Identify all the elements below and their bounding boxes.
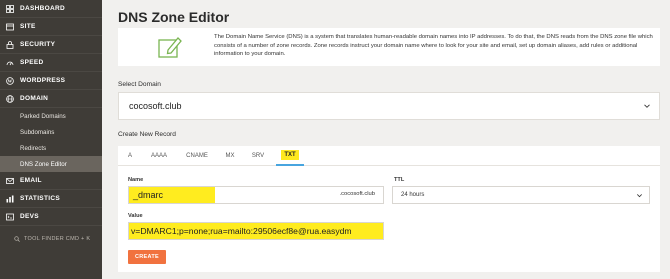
sidebar-item-label: DOMAIN xyxy=(20,95,49,102)
tab-txt[interactable]: TXT xyxy=(276,146,304,166)
create-record-label: Create New Record xyxy=(118,131,176,138)
create-button[interactable]: CREATE xyxy=(128,250,166,264)
code-icon xyxy=(6,213,14,221)
globe-icon xyxy=(6,94,14,103)
ttl-select[interactable]: 24 hours xyxy=(392,186,650,204)
value-field-text: v=DMARC1;p=none;rua=mailto:29506ecf8e@ru… xyxy=(129,223,383,239)
sidebar-item-label: WORDPRESS xyxy=(20,77,66,84)
ttl-select-value: 24 hours xyxy=(401,192,425,198)
tool-finder-label: TOOL FINDER CMD + K xyxy=(24,236,91,242)
chevron-down-icon xyxy=(644,104,650,108)
value-field[interactable]: v=DMARC1;p=none;rua=mailto:29506ecf8e@ru… xyxy=(128,222,384,240)
mail-icon xyxy=(6,177,14,185)
sidebar-subitem-parked-domains[interactable]: Parked Domains xyxy=(0,108,102,124)
sidebar-item-label: DEVS xyxy=(20,213,39,220)
create-record-panel: A AAAA CNAME MX SRV TXT Name _dmarc .coc… xyxy=(118,146,660,272)
sidebar-subitem-dns-zone-editor[interactable]: DNS Zone Editor xyxy=(0,156,102,172)
sidebar-item-label: SITE xyxy=(20,23,36,30)
tool-finder[interactable]: TOOL FINDER CMD + K xyxy=(14,236,90,242)
search-icon xyxy=(14,236,20,242)
info-text: The Domain Name Service (DNS) is a syste… xyxy=(214,34,653,58)
wordpress-icon: W xyxy=(6,76,14,85)
sidebar-item-label: STATISTICS xyxy=(20,195,60,202)
sidebar-item-devs[interactable]: DEVS xyxy=(0,208,102,226)
tab-a[interactable]: A xyxy=(124,146,136,166)
main-content: DNS Zone Editor The Domain Name Service … xyxy=(102,0,670,279)
name-label: Name xyxy=(128,177,144,183)
sidebar-item-dashboard[interactable]: DASHBOARD xyxy=(0,0,102,18)
sidebar-item-label: SECURITY xyxy=(20,41,56,48)
sidebar-item-email[interactable]: EMAIL xyxy=(0,172,102,190)
tab-cname[interactable]: CNAME xyxy=(182,146,212,166)
sidebar-subitem-subdomains[interactable]: Subdomains xyxy=(0,124,102,140)
sidebar-item-security[interactable]: SECURITY xyxy=(0,36,102,54)
record-type-tabs: A AAAA CNAME MX SRV TXT xyxy=(118,146,660,166)
sidebar-item-statistics[interactable]: STATISTICS xyxy=(0,190,102,208)
speed-icon xyxy=(6,59,14,67)
tab-aaaa[interactable]: AAAA xyxy=(146,146,172,166)
tab-srv[interactable]: SRV xyxy=(248,146,268,166)
sidebar: DASHBOARD SITE SECURITY SPEED W WORDPRES… xyxy=(0,0,102,279)
stats-icon xyxy=(6,195,14,203)
site-icon xyxy=(6,23,14,31)
lock-icon xyxy=(6,40,14,49)
name-field-value: _dmarc xyxy=(129,187,215,203)
select-domain-label: Select Domain xyxy=(118,81,161,88)
sidebar-subitem-redirects[interactable]: Redirects xyxy=(0,140,102,156)
ttl-label: TTL xyxy=(394,177,405,183)
tab-mx[interactable]: MX xyxy=(220,146,240,166)
sidebar-item-site[interactable]: SITE xyxy=(0,18,102,36)
page-title: DNS Zone Editor xyxy=(118,9,230,25)
sidebar-item-domain[interactable]: DOMAIN xyxy=(0,90,102,108)
svg-text:W: W xyxy=(8,78,13,83)
sidebar-item-wordpress[interactable]: W WORDPRESS xyxy=(0,72,102,90)
info-box: The Domain Name Service (DNS) is a syste… xyxy=(118,28,660,66)
name-field[interactable]: _dmarc .cocosoft.club xyxy=(128,186,384,204)
sidebar-item-speed[interactable]: SPEED xyxy=(0,54,102,72)
value-label: Value xyxy=(128,213,143,219)
dashboard-icon xyxy=(6,4,14,13)
sidebar-item-label: DASHBOARD xyxy=(20,5,65,12)
sidebar-item-label: SPEED xyxy=(20,59,44,66)
chevron-down-icon xyxy=(637,194,642,198)
edit-note-icon xyxy=(158,37,182,58)
domain-select-value: cocosoft.club xyxy=(129,101,182,111)
domain-suffix: .cocosoft.club xyxy=(339,191,375,197)
domain-select[interactable]: cocosoft.club xyxy=(118,92,660,120)
sidebar-item-label: EMAIL xyxy=(20,177,42,184)
